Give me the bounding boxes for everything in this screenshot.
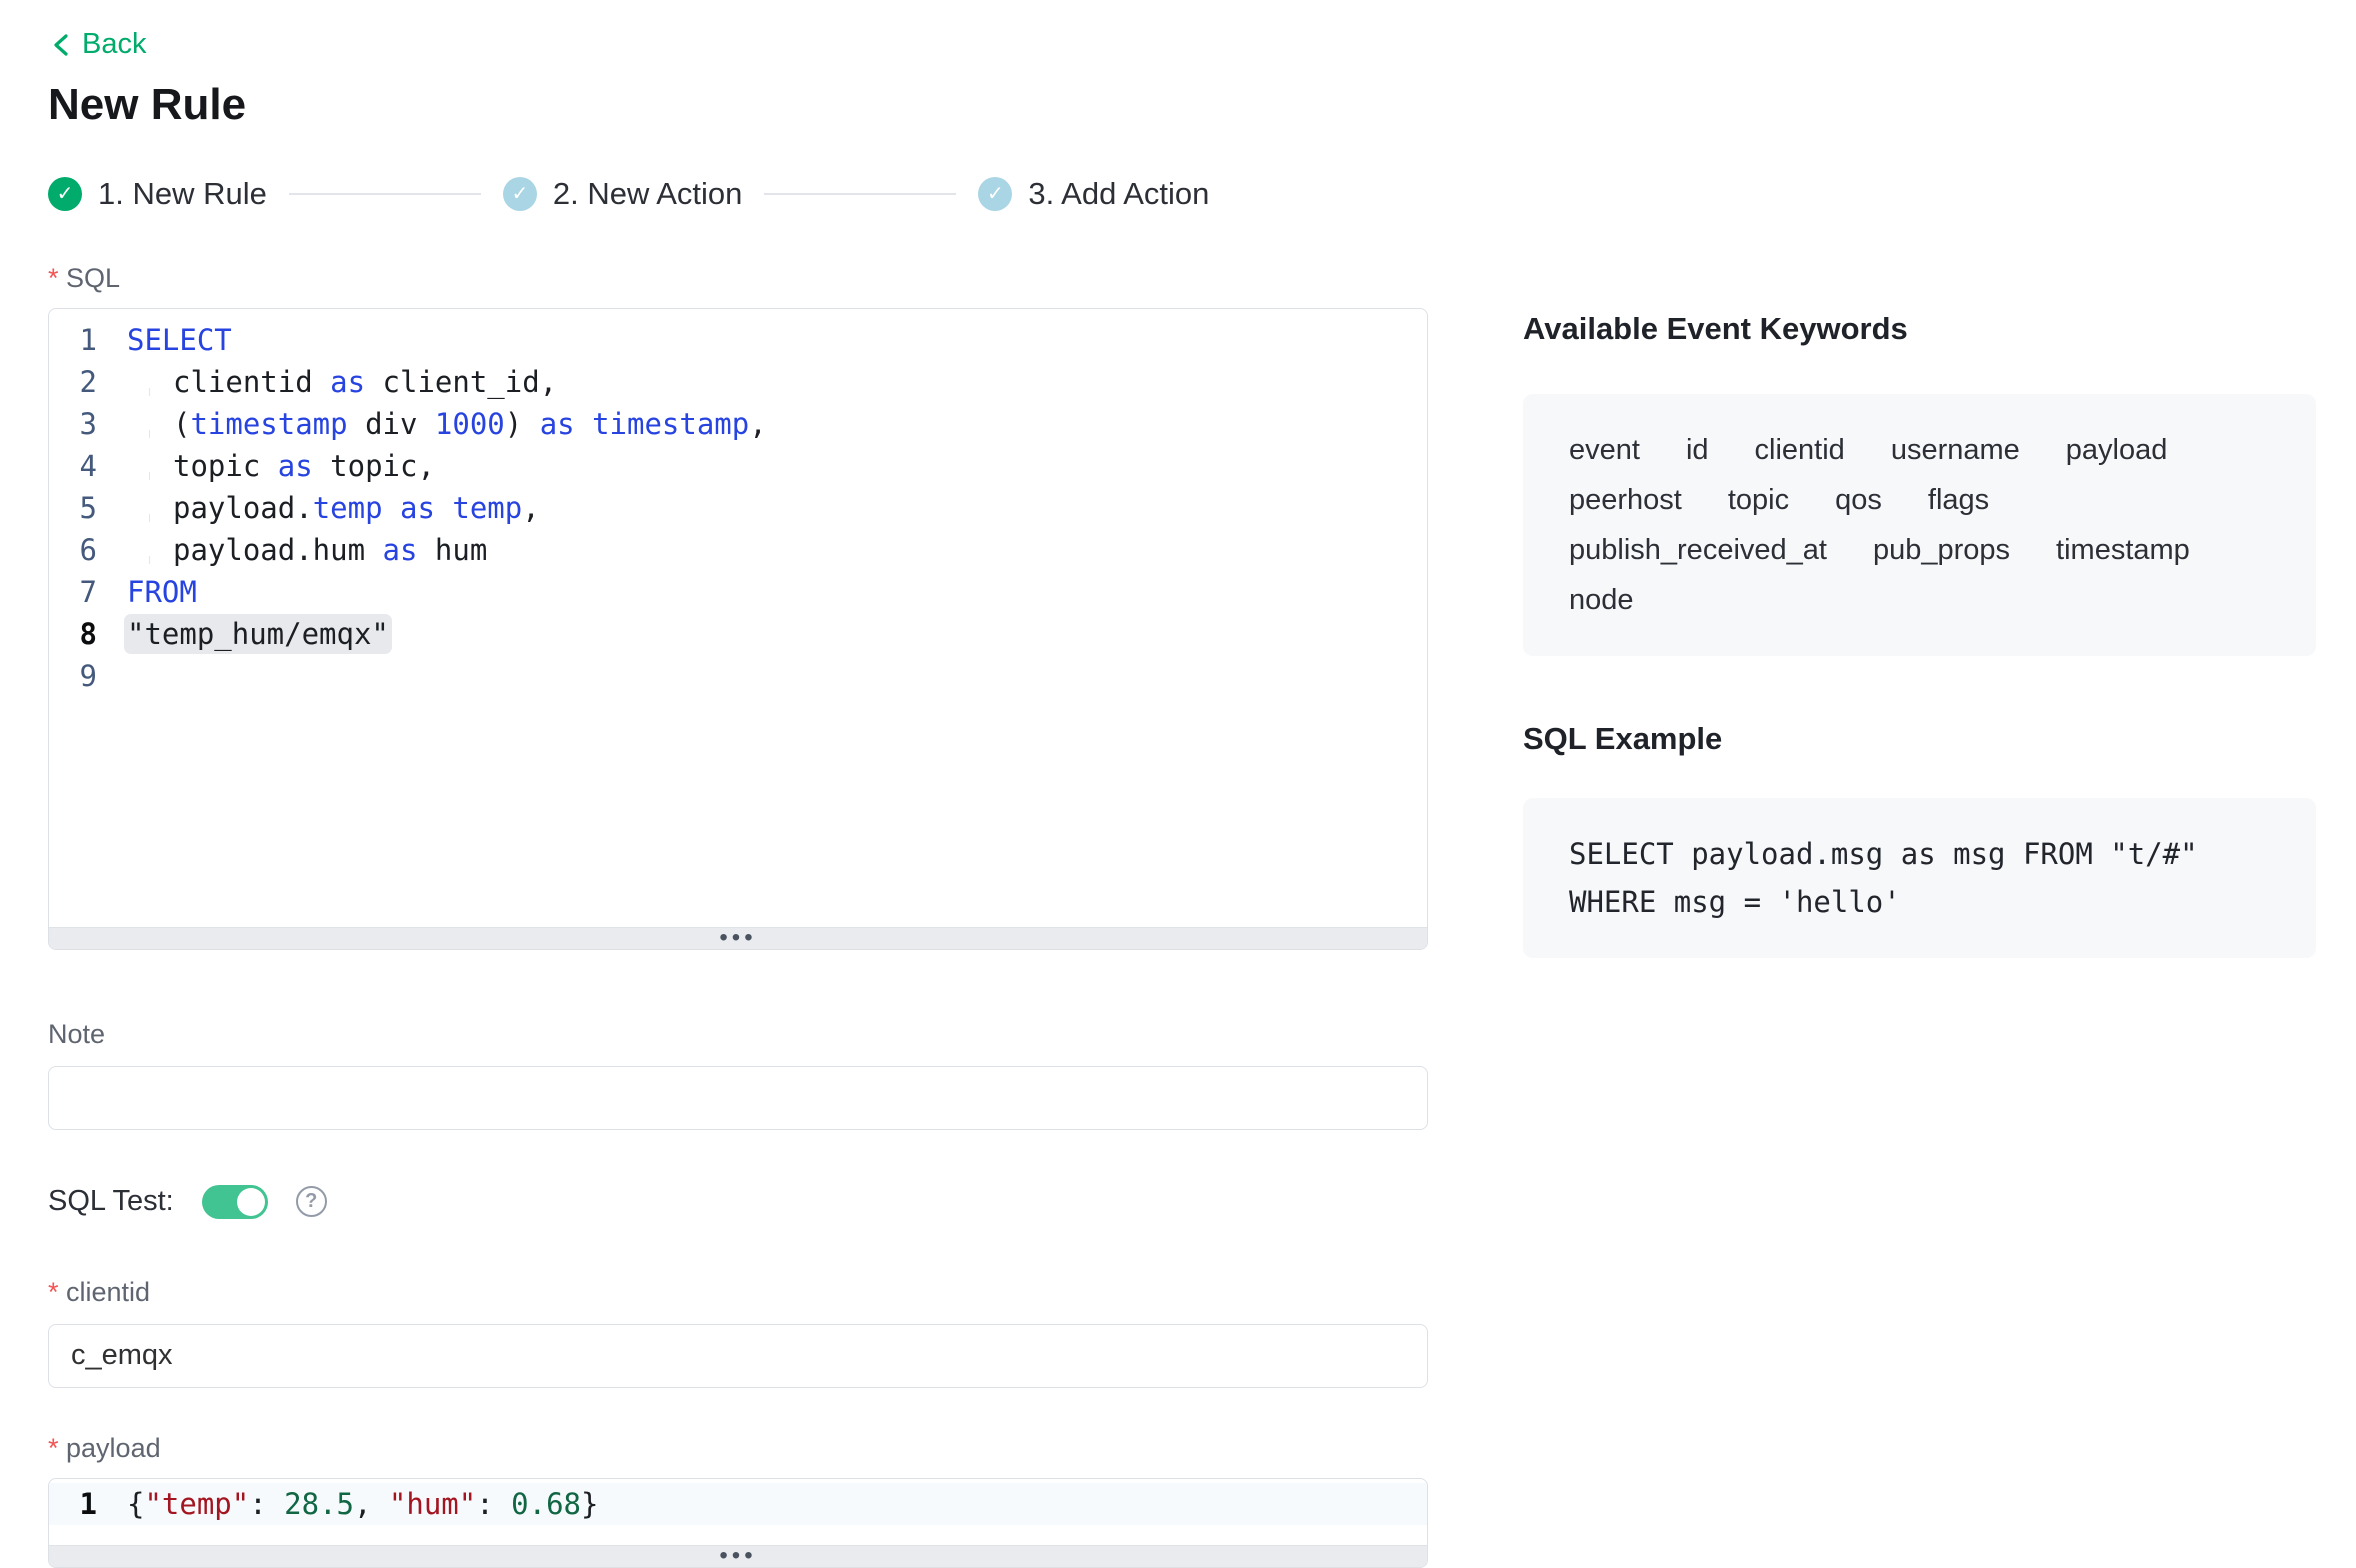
event-keyword: topic <box>1728 478 1789 522</box>
event-keywords-panel: event id clientid username payload peerhost to… <box>1523 394 2316 656</box>
step-3-add-action[interactable]: 3. Add Action <box>978 176 1209 212</box>
payload-editor-resize-handle[interactable]: ••• <box>49 1545 1427 1567</box>
step-label: 3. Add Action <box>1028 176 1209 212</box>
code-line[interactable]: 6 payload.hum as hum <box>49 529 1427 571</box>
check-circle-icon <box>48 177 82 211</box>
code-line[interactable]: 5 payload.temp as temp, <box>49 487 1427 529</box>
step-1-new-rule[interactable]: 1. New Rule <box>48 176 267 212</box>
back-link[interactable]: Back <box>48 28 146 61</box>
line-number: 1 <box>49 319 97 361</box>
code-line[interactable]: 1 SELECT <box>49 319 1427 361</box>
toggle-knob-icon <box>237 1188 265 1216</box>
page-title: New Rule <box>48 80 2316 130</box>
code-line-text: payload.hum as hum <box>127 529 487 571</box>
code-line-text: topic as topic, <box>127 445 435 487</box>
event-keyword: id <box>1686 428 1709 472</box>
sql-example-line: SELECT payload.msg as msg FROM "t/#" <box>1569 830 2270 878</box>
sql-test-label: SQL Test: <box>48 1185 174 1218</box>
clientid-input[interactable] <box>48 1324 1428 1388</box>
event-keyword: publish_received_at <box>1569 528 1827 572</box>
event-keyword: peerhost <box>1569 478 1682 522</box>
line-number: 9 <box>49 655 97 697</box>
code-line[interactable]: 4 topic as topic, <box>49 445 1427 487</box>
code-line-text: {"temp": 28.5, "hum": 0.68} <box>127 1483 598 1525</box>
step-connector <box>764 193 956 195</box>
event-keyword: pub_props <box>1873 528 2010 572</box>
back-chevron-icon <box>48 31 74 59</box>
event-keyword: clientid <box>1755 428 1845 472</box>
check-circle-icon <box>978 177 1012 211</box>
code-line-text: SELECT <box>127 319 232 361</box>
event-keyword: qos <box>1835 478 1882 522</box>
step-label: 2. New Action <box>553 176 743 212</box>
sql-label: SQL <box>48 262 1428 294</box>
line-number: 2 <box>49 361 97 403</box>
sql-example-code: SELECT payload.msg as msg FROM "t/#"WHER… <box>1569 830 2270 926</box>
help-question-icon[interactable]: ? <box>296 1186 327 1217</box>
sql-example-line: WHERE msg = 'hello' <box>1569 878 2270 926</box>
note-label: Note <box>48 1018 1428 1050</box>
line-number: 7 <box>49 571 97 613</box>
code-line[interactable]: 2 clientid as client_id, <box>49 361 1427 403</box>
line-number: 3 <box>49 403 97 445</box>
code-line-text: "temp_hum/emqx" <box>127 613 389 655</box>
event-keyword: node <box>1569 578 1634 622</box>
event-keywords-list: event id clientid username payload peerhost to… <box>1569 428 2270 622</box>
event-keywords-title: Available Event Keywords <box>1523 310 2316 348</box>
help-sidebar: Available Event Keywords event id clientid… <box>1523 262 2316 1568</box>
code-line[interactable]: 9 <box>49 655 1427 697</box>
event-keyword: timestamp <box>2056 528 2190 572</box>
line-number: 1 <box>49 1483 97 1525</box>
content-columns: SQL 1 SELECT 2 clientid as client_id, 3 (time… <box>48 262 2316 1568</box>
event-keyword: payload <box>2066 428 2168 472</box>
code-line[interactable]: 7 FROM <box>49 571 1427 613</box>
sql-editor[interactable]: 1 SELECT 2 clientid as client_id, 3 (timestam… <box>48 308 1428 950</box>
sql-example-title: SQL Example <box>1523 720 2316 758</box>
step-label: 1. New Rule <box>98 176 267 212</box>
note-input[interactable] <box>48 1066 1428 1130</box>
line-number: 4 <box>49 445 97 487</box>
event-keyword: flags <box>1928 478 1989 522</box>
sql-example-panel: SELECT payload.msg as msg FROM "t/#"WHER… <box>1523 798 2316 958</box>
code-line-text: clientid as client_id, <box>127 361 557 403</box>
event-keyword: username <box>1891 428 2020 472</box>
code-line[interactable]: 3 (timestamp div 1000) as timestamp, <box>49 403 1427 445</box>
step-2-new-action[interactable]: 2. New Action <box>503 176 743 212</box>
sql-test-row: SQL Test: ? <box>48 1182 1428 1222</box>
payload-editor[interactable]: 1 {"temp": 28.5, "hum": 0.68} ••• <box>48 1478 1428 1568</box>
code-line-text: payload.temp as temp, <box>127 487 540 529</box>
rule-form: SQL 1 SELECT 2 clientid as client_id, 3 (time… <box>48 262 1428 1568</box>
payload-label: payload <box>48 1432 1428 1464</box>
code-line-text: (timestamp div 1000) as timestamp, <box>127 403 767 445</box>
back-label: Back <box>82 28 146 61</box>
stepper: 1. New Rule 2. New Action 3. Add Action <box>48 176 2316 212</box>
line-number: 6 <box>49 529 97 571</box>
line-number: 5 <box>49 487 97 529</box>
code-line[interactable]: 8 "temp_hum/emqx" <box>49 613 1427 655</box>
event-keyword: event <box>1569 428 1640 472</box>
sql-test-toggle[interactable] <box>202 1185 268 1219</box>
new-rule-page: Back New Rule 1. New Rule 2. New Action … <box>0 0 2356 1568</box>
step-connector <box>289 193 481 195</box>
sql-editor-lines[interactable]: 1 SELECT 2 clientid as client_id, 3 (timestam… <box>49 309 1427 927</box>
line-number: 8 <box>49 613 97 655</box>
sql-editor-resize-handle[interactable]: ••• <box>49 927 1427 949</box>
code-line-text: FROM <box>127 571 197 613</box>
check-circle-icon <box>503 177 537 211</box>
clientid-label: clientid <box>48 1276 1428 1308</box>
code-line[interactable]: 1 {"temp": 28.5, "hum": 0.68} <box>49 1483 1427 1525</box>
payload-editor-lines[interactable]: 1 {"temp": 28.5, "hum": 0.68} <box>49 1479 1427 1545</box>
